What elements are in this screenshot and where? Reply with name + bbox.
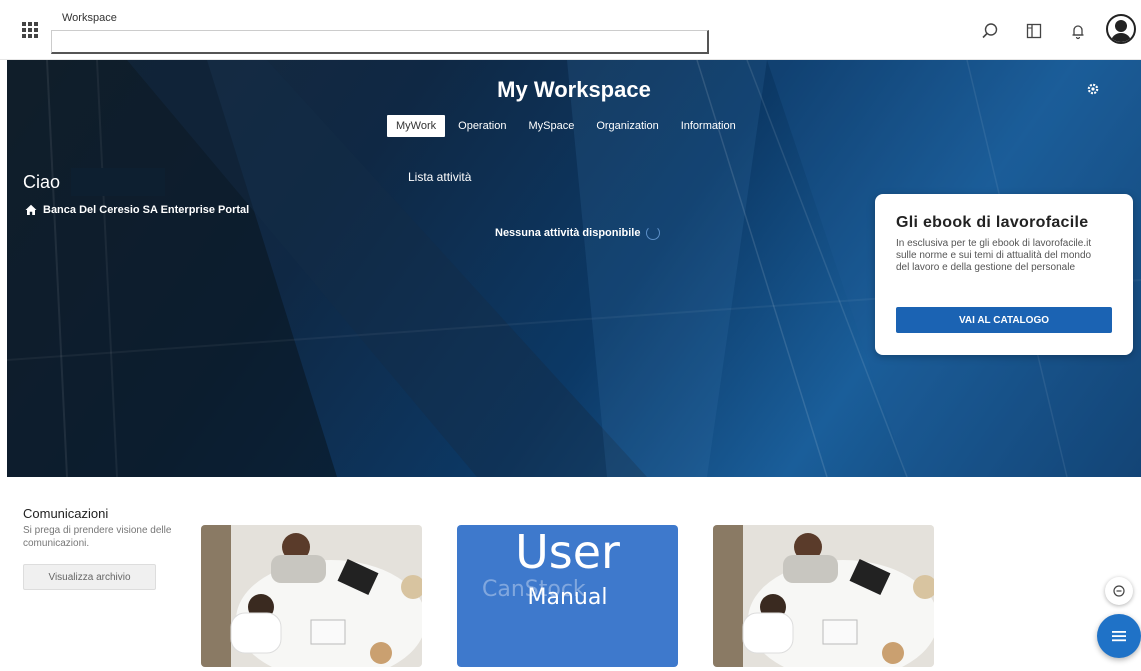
workspace-label: Workspace bbox=[62, 12, 117, 24]
communications-title: Comunicazioni bbox=[23, 506, 109, 521]
meeting-photo-image bbox=[201, 525, 422, 667]
ebook-card-description: In esclusiva per te gli ebook di lavorof… bbox=[896, 238, 1092, 273]
main-menu-button[interactable] bbox=[1097, 614, 1141, 658]
search-icon[interactable] bbox=[979, 20, 1001, 42]
ebook-promo-card: Gli ebook di lavorofacile In esclusiva p… bbox=[875, 194, 1133, 355]
workspace-search-input[interactable] bbox=[51, 30, 709, 54]
communications-description: Si prega di prendere visione delle comun… bbox=[23, 525, 172, 549]
gear-icon[interactable] bbox=[1086, 82, 1100, 96]
catalog-button[interactable]: VAI AL CATALOGO bbox=[896, 307, 1112, 333]
tab-information[interactable]: Information bbox=[672, 115, 745, 137]
chat-bubble-button[interactable] bbox=[1105, 577, 1133, 605]
tab-mywork[interactable]: MyWork bbox=[387, 115, 446, 137]
portal-link[interactable]: Banca Del Ceresio SA Enterprise Portal bbox=[25, 204, 249, 216]
hamburger-menu-icon bbox=[1112, 631, 1126, 642]
apps-grid-icon[interactable] bbox=[22, 22, 38, 38]
ebook-card-title: Gli ebook di lavorofacile bbox=[896, 214, 1089, 231]
panel-icon[interactable] bbox=[1023, 20, 1045, 42]
communication-tile-user-manual[interactable]: User CanStock Manual bbox=[457, 525, 678, 667]
user-avatar-icon[interactable] bbox=[1106, 14, 1136, 44]
chat-icon bbox=[1113, 585, 1125, 597]
meeting-photo-image bbox=[713, 525, 934, 667]
workspace-tabs: MyWork Operation MySpace Organization In… bbox=[387, 115, 749, 137]
communication-tile-meeting-2[interactable] bbox=[713, 525, 934, 667]
activity-list-title: Lista attività bbox=[408, 170, 472, 184]
home-icon bbox=[25, 204, 37, 215]
loading-spinner-icon bbox=[646, 226, 661, 240]
page: Workspace My Workspace MyWork Operation … bbox=[0, 0, 1141, 671]
portal-name: Banca Del Ceresio SA Enterprise Portal bbox=[43, 204, 250, 216]
tab-myspace[interactable]: MySpace bbox=[519, 115, 583, 137]
view-archive-button[interactable]: Visualizza archivio bbox=[23, 564, 156, 590]
manual-tile-title: User bbox=[515, 525, 620, 579]
manual-tile-subtitle: Manual bbox=[527, 585, 608, 610]
redacted-user-name bbox=[71, 168, 165, 196]
bell-icon[interactable] bbox=[1067, 20, 1089, 42]
tab-operation[interactable]: Operation bbox=[449, 115, 515, 137]
no-activity-text: Nessuna attività disponibile bbox=[495, 227, 641, 239]
communication-tile-meeting-1[interactable] bbox=[201, 525, 422, 667]
top-bar: Workspace bbox=[0, 0, 1141, 60]
page-title: My Workspace bbox=[497, 77, 651, 102]
no-activity-message: Nessuna attività disponibile bbox=[495, 226, 661, 240]
tab-organization[interactable]: Organization bbox=[587, 115, 667, 137]
greeting-text: Ciao bbox=[23, 172, 61, 192]
